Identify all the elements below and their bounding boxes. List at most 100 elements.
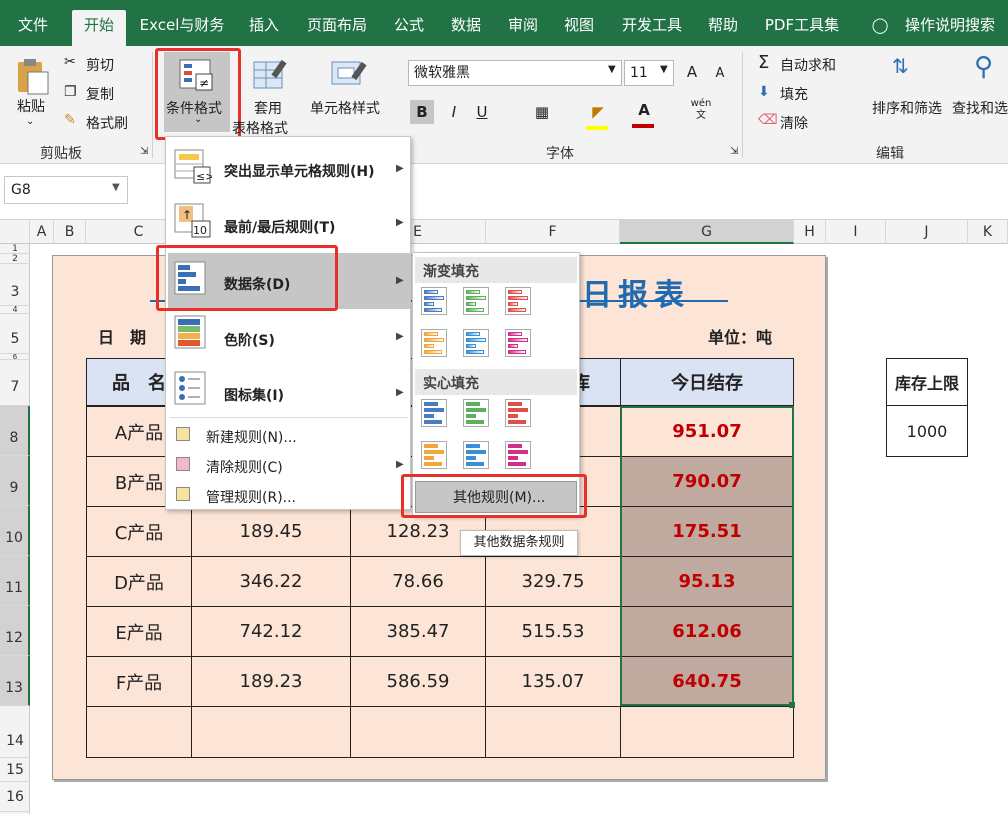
underline-button[interactable]: U — [470, 100, 494, 124]
cut-button[interactable]: 剪切 — [86, 55, 114, 75]
empty-cell[interactable] — [350, 706, 486, 758]
menu-top-bottom-rules[interactable]: 最前/最后规则(T) — [224, 217, 335, 237]
header-today-balance[interactable]: 今日结存 — [620, 358, 794, 406]
data-cell[interactable]: 385.47 — [350, 606, 486, 657]
limit-value[interactable]: 1000 — [886, 405, 968, 457]
format-painter-button[interactable]: 格式刷 — [86, 113, 128, 133]
row-header[interactable]: 16 — [0, 782, 30, 812]
row-header[interactable]: 5 — [0, 314, 30, 354]
limit-header[interactable]: 库存上限 — [886, 358, 968, 406]
tell-me-search[interactable]: 操作说明搜索 — [898, 10, 1002, 46]
dialog-launcher-icon[interactable]: ⇲ — [140, 146, 148, 157]
row-header-selected[interactable]: 8 — [0, 406, 30, 456]
data-bar-style-option[interactable] — [463, 399, 491, 427]
grow-font-button[interactable]: A — [680, 60, 704, 84]
chevron-down-icon[interactable]: ▼ — [660, 64, 668, 75]
font-color-icon[interactable]: A — [632, 98, 656, 122]
borders-icon[interactable]: ▦ — [530, 100, 554, 124]
data-cell[interactable]: 78.66 — [350, 556, 486, 607]
data-cell[interactable]: 586.59 — [350, 656, 486, 707]
empty-cell[interactable] — [620, 706, 794, 758]
fill-color-icon[interactable]: ◤ — [586, 100, 610, 124]
data-bar-style-option[interactable] — [463, 441, 491, 469]
menu-icon-sets[interactable]: 图标集(I) — [224, 385, 284, 405]
row-header-selected[interactable]: 10 — [0, 506, 30, 556]
empty-cell[interactable] — [485, 706, 621, 758]
row-header[interactable]: 7 — [0, 360, 30, 406]
tab-help[interactable]: 帮助 — [700, 10, 746, 46]
data-bar-style-option[interactable] — [421, 287, 449, 315]
data-cell[interactable]: 189.45 — [191, 506, 351, 557]
column-header[interactable]: A — [30, 220, 54, 244]
clear-button[interactable]: 清除 — [780, 113, 808, 133]
row-header[interactable]: 3 — [0, 264, 30, 306]
menu-clear-rules[interactable]: 清除规则(C) — [206, 457, 283, 477]
empty-cell[interactable] — [86, 706, 192, 758]
row-header[interactable]: 14 — [0, 706, 30, 758]
menu-color-scales[interactable]: 色阶(S) — [224, 330, 275, 350]
menu-highlight-rules[interactable]: 突出显示单元格规则(H) — [224, 161, 375, 181]
row-header[interactable]: 1 — [0, 244, 30, 254]
row-header[interactable]: 15 — [0, 758, 30, 782]
shrink-font-button[interactable]: A — [708, 62, 732, 86]
tab-pdf-tools[interactable]: PDF工具集 — [756, 10, 848, 46]
row-header-selected[interactable]: 13 — [0, 656, 30, 706]
tab-excel-finance[interactable]: Excel与财务 — [134, 10, 230, 46]
tab-insert[interactable]: 插入 — [240, 10, 288, 46]
column-header[interactable]: F — [486, 220, 620, 244]
row-header-selected[interactable]: 12 — [0, 606, 30, 656]
data-bar-style-option[interactable] — [421, 399, 449, 427]
data-bar-style-option[interactable] — [505, 399, 533, 427]
bold-button[interactable]: B — [410, 100, 434, 124]
tab-developer[interactable]: 开发工具 — [612, 10, 692, 46]
product-name-cell[interactable]: D产品 — [86, 556, 192, 607]
data-bar-style-option[interactable] — [421, 441, 449, 469]
data-cell[interactable]: 189.23 — [191, 656, 351, 707]
dialog-launcher-icon[interactable]: ⇲ — [730, 146, 738, 157]
italic-button[interactable]: I — [442, 100, 466, 124]
find-select-button[interactable]: 查找和选 — [952, 98, 1008, 118]
data-cell[interactable]: 346.22 — [191, 556, 351, 607]
copy-button[interactable]: 复制 — [86, 84, 114, 104]
tab-review[interactable]: 审阅 — [500, 10, 546, 46]
empty-cell[interactable] — [191, 706, 351, 758]
paste-button[interactable]: 粘贴 — [17, 96, 45, 116]
data-bar-style-option[interactable] — [463, 287, 491, 315]
font-name-select[interactable]: 微软雅黑 — [408, 60, 622, 86]
fill-handle[interactable] — [789, 702, 795, 708]
column-header-selected[interactable]: G — [620, 220, 794, 244]
phonetic-guide-button[interactable]: wén 文 — [686, 98, 716, 122]
column-header[interactable]: H — [794, 220, 826, 244]
cell-styles-button[interactable]: 单元格样式 — [310, 98, 380, 118]
paste-dropdown-icon[interactable]: ⌄ — [26, 116, 34, 127]
format-as-table-button[interactable]: 套用 — [254, 98, 282, 118]
column-header[interactable]: I — [826, 220, 886, 244]
tab-file[interactable]: 文件 — [8, 10, 58, 46]
product-name-cell[interactable]: C产品 — [86, 506, 192, 557]
column-header[interactable]: J — [886, 220, 968, 244]
data-cell[interactable]: 329.75 — [485, 556, 621, 607]
data-bar-style-option[interactable] — [505, 441, 533, 469]
chevron-down-icon[interactable]: ▼ — [608, 64, 616, 75]
data-bar-style-option[interactable] — [421, 329, 449, 357]
row-header-selected[interactable]: 11 — [0, 556, 30, 606]
menu-new-rule[interactable]: 新建规则(N)... — [206, 427, 297, 447]
chevron-down-icon[interactable]: ▼ — [112, 182, 120, 193]
column-header[interactable]: B — [54, 220, 86, 244]
tab-view[interactable]: 视图 — [556, 10, 602, 46]
tab-page-layout[interactable]: 页面布局 — [298, 10, 376, 46]
fill-button[interactable]: 填充 — [780, 84, 808, 104]
row-header-selected[interactable]: 9 — [0, 456, 30, 506]
row-header[interactable]: 4 — [0, 306, 30, 314]
data-bar-style-option[interactable] — [505, 329, 533, 357]
tab-formulas[interactable]: 公式 — [386, 10, 432, 46]
row-header[interactable]: 2 — [0, 254, 30, 264]
data-cell[interactable]: 742.12 — [191, 606, 351, 657]
data-cell[interactable]: 135.07 — [485, 656, 621, 707]
name-box[interactable]: G8 — [4, 176, 128, 204]
tab-home[interactable]: 开始 — [72, 10, 126, 46]
autosum-button[interactable]: 自动求和 — [780, 55, 836, 75]
data-cell[interactable]: 515.53 — [485, 606, 621, 657]
tab-data[interactable]: 数据 — [442, 10, 490, 46]
column-header[interactable]: K — [968, 220, 1008, 244]
